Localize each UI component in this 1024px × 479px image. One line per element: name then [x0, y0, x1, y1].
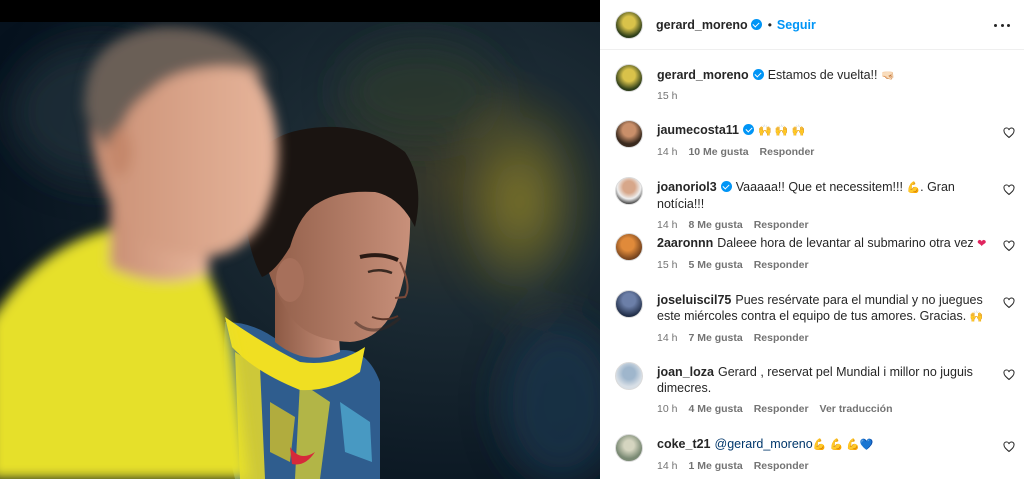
reply-button[interactable]: Responder [754, 403, 809, 415]
comment-time[interactable]: 14 h [657, 460, 677, 472]
reply-button[interactable]: Responder [754, 460, 809, 472]
like-heart-icon[interactable] [1003, 369, 1015, 381]
comment-username[interactable]: jaumecosta11 [657, 123, 739, 137]
comment-item: joseluiscil75 Pues resérvate para el mund… [615, 290, 1015, 344]
comment-avatar[interactable] [615, 120, 643, 148]
comment-avatar[interactable] [615, 177, 643, 205]
comment-item: coke_t21 @gerard_moreno 💪 💪 💪 💙 14 h 1 Me… [615, 434, 1015, 472]
comment-emoji-heart: 💙 [859, 439, 874, 451]
comment-item: jaumecosta11 🙌 🙌 🙌 14 h 10 Me gusta Respo… [615, 120, 1015, 158]
comment-text: Daleee hora de levantar al submarino otr… [717, 236, 978, 250]
verified-badge-icon [743, 124, 754, 135]
follow-button[interactable]: Seguir [777, 18, 816, 32]
comment-likes[interactable]: 1 Me gusta [688, 460, 742, 472]
post-caption: gerard_moreno Estamos de vuelta!! 🤜🏻 15 h [615, 64, 1015, 102]
comments-panel: gerard_moreno • Seguir gerard_moreno Esta… [600, 0, 1024, 479]
photo-top-bar [0, 0, 600, 22]
comment-time[interactable]: 14 h [657, 332, 677, 344]
comment-emoji: 💪 💪 💪 [812, 439, 860, 451]
comment-likes[interactable]: 4 Me gusta [688, 403, 742, 415]
post-image [0, 22, 600, 479]
comment-emoji: 🙌 [969, 311, 984, 323]
comment-item: joanoriol3 Vaaaaa!! Que et necessitem!!! … [615, 177, 1015, 231]
separator-dot: • [767, 17, 772, 32]
comment-emoji: 🙌 🙌 🙌 [758, 125, 806, 137]
caption-emoji: 🤜🏻 [880, 70, 895, 82]
caption-time[interactable]: 15 h [657, 90, 677, 102]
caption-avatar[interactable] [615, 64, 643, 92]
like-heart-icon[interactable] [1003, 127, 1015, 139]
post-photo [0, 0, 600, 479]
comment-username[interactable]: 2aaronnn [657, 236, 713, 250]
reply-button[interactable]: Responder [754, 332, 809, 344]
reply-button[interactable]: Responder [754, 219, 809, 231]
comment-time[interactable]: 10 h [657, 403, 677, 415]
comment-item: joan_loza Gerard , reservat pel Mundial i… [615, 362, 1015, 415]
comment-time[interactable]: 14 h [657, 146, 677, 158]
see-translation-link[interactable]: Ver traducción [820, 403, 893, 415]
more-options-icon[interactable] [994, 17, 1010, 33]
verified-badge-icon [720, 181, 732, 192]
comment-item: 2aaronnn Daleee hora de levantar al subma… [615, 233, 1015, 271]
comment-username[interactable]: joanoriol3 [657, 180, 717, 194]
comment-username[interactable]: joseluiscil75 [657, 293, 731, 307]
comment-username[interactable]: joan_loza [657, 365, 714, 379]
like-heart-icon[interactable] [1003, 297, 1015, 309]
reply-button[interactable]: Responder [760, 146, 815, 158]
like-heart-icon[interactable] [1003, 240, 1015, 252]
comment-avatar[interactable] [615, 434, 643, 462]
post-header: gerard_moreno • Seguir [600, 0, 1024, 50]
comment-emoji: 💪 [906, 182, 921, 194]
comment-likes[interactable]: 10 Me gusta [688, 146, 748, 158]
comment-time[interactable]: 14 h [657, 219, 677, 231]
comment-mention[interactable]: @gerard_moreno [715, 437, 813, 451]
caption-text: Estamos de vuelta!! [767, 68, 881, 82]
comment-likes[interactable]: 7 Me gusta [688, 332, 742, 344]
verified-badge-icon [750, 19, 762, 30]
author-avatar[interactable] [615, 10, 643, 39]
comment-avatar[interactable] [615, 233, 643, 261]
comment-avatar[interactable] [615, 362, 643, 390]
comment-text: Vaaaaa!! Que et necessitem!!! [735, 180, 907, 194]
comment-likes[interactable]: 5 Me gusta [688, 259, 742, 271]
caption-username[interactable]: gerard_moreno [657, 68, 749, 82]
comment-likes[interactable]: 8 Me gusta [688, 219, 742, 231]
comment-time[interactable]: 15 h [657, 259, 677, 271]
comment-username[interactable]: coke_t21 [657, 437, 711, 451]
like-heart-icon[interactable] [1003, 441, 1015, 453]
comment-emoji: ❤ [977, 238, 987, 250]
author-username[interactable]: gerard_moreno [656, 18, 748, 32]
like-heart-icon[interactable] [1003, 184, 1015, 196]
reply-button[interactable]: Responder [754, 259, 809, 271]
comment-avatar[interactable] [615, 290, 643, 318]
verified-badge-icon [752, 69, 764, 80]
